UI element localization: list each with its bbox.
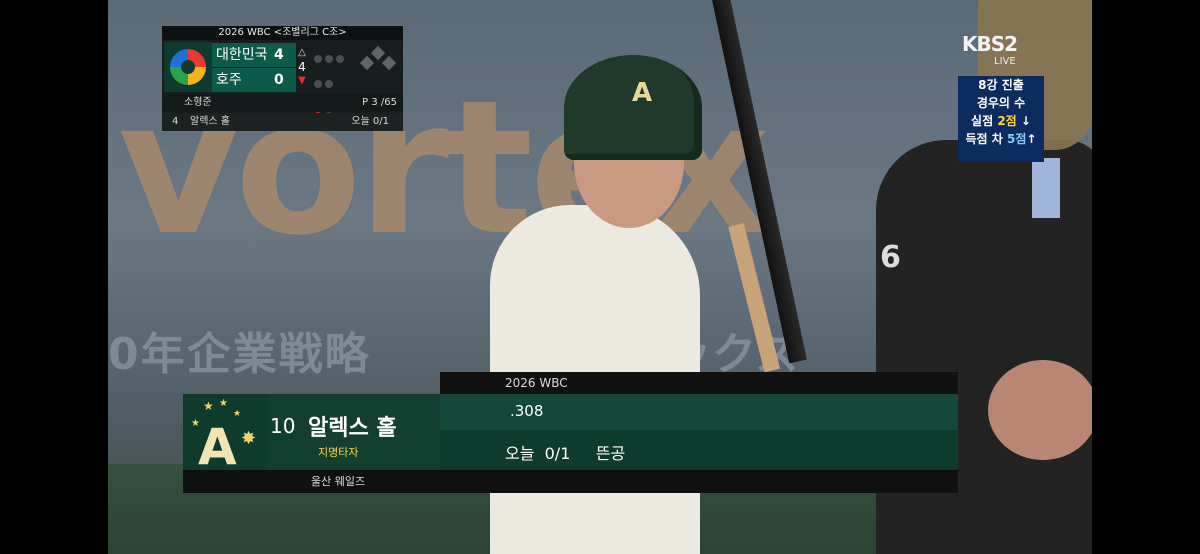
live-label: LIVE — [994, 56, 1016, 67]
batter-order: 4 — [172, 116, 179, 127]
player-name: 알렉스 홀 — [308, 416, 397, 441]
svg-text:★: ★ — [203, 399, 214, 413]
batting-average: .308 — [510, 402, 544, 420]
ball-dot — [325, 55, 333, 63]
inning-top-icon: △ — [298, 47, 306, 58]
pitch-count: P 3 /65 — [362, 97, 397, 108]
up-arrow-icon: ↑ — [1026, 132, 1037, 146]
ball-dot — [336, 55, 344, 63]
panel-line-3: 실점 2점 ↓ — [971, 114, 1031, 128]
background-ad-jp: 0年企業戦略 — [108, 329, 371, 380]
inning-bottom-icon: ▼ — [298, 75, 306, 86]
second-base-icon — [370, 45, 386, 61]
helmet-logo: A — [632, 78, 653, 108]
panel-line-2: 경우의 수 — [976, 96, 1026, 110]
ball-dot — [314, 55, 322, 63]
team-name: 호주 — [216, 72, 242, 88]
inning-indicator: △ 4 ▼ — [294, 46, 310, 88]
bases-diamond — [359, 45, 397, 74]
svg-text:✸: ✸ — [241, 428, 256, 449]
umpire-collar — [1032, 158, 1060, 218]
third-base-icon — [359, 55, 375, 71]
strike-dot — [314, 80, 322, 88]
scoreboard: 2026 WBC <조별리그 C조> 대한민국 4 호주 0 △ 4 ▼ 소형준 P… — [162, 26, 403, 131]
team-away: 호주 0 — [212, 68, 296, 92]
lower-third-header: 2026 WBC — [440, 372, 958, 394]
qualification-panel: 8강 진출 경우의 수 실점 2점 ↓ 득점 차 5점↑ — [958, 76, 1044, 162]
wbc-ball-icon — [170, 49, 206, 85]
team-logo: A ★ ★ ★ ★ ✸ — [183, 394, 268, 476]
team-score: 4 — [274, 47, 284, 63]
today-stats: 오늘 0/1 뜬공 — [505, 444, 626, 463]
svg-text:★: ★ — [191, 418, 200, 429]
svg-text:★: ★ — [219, 398, 228, 409]
scoreboard-title: 2026 WBC <조별리그 C조> — [162, 26, 403, 40]
australia-a-logo-icon: A ★ ★ ★ ★ ✸ — [191, 398, 256, 476]
batter-name: 알렉스 홀 — [190, 116, 230, 127]
batter-row: 4 알렉스 홀 오늘 0/1 — [162, 113, 403, 131]
umpire-hands — [988, 360, 1092, 460]
player-team-bar: 울산 웨일즈 — [183, 470, 958, 493]
strike-dot — [325, 80, 333, 88]
panel-line-1: 8강 진출 — [978, 78, 1024, 92]
kbs-logo: KBS2 — [962, 32, 1018, 56]
batter-today: 오늘 0/1 — [351, 116, 389, 127]
pitcher-name: 소형준 — [184, 97, 212, 108]
wbc-logo — [164, 42, 212, 92]
panel-line-4: 득점 차 5점↑ — [965, 132, 1037, 146]
down-arrow-icon: ↓ — [1020, 114, 1031, 128]
inning-number: 4 — [298, 60, 306, 74]
team-score: 0 — [274, 72, 284, 88]
team-name: 대한민국 — [216, 47, 268, 63]
pitcher-row: 소형준 P 3 /65 — [162, 94, 403, 112]
svg-text:★: ★ — [233, 409, 241, 419]
svg-text:A: A — [198, 418, 237, 470]
player-position: 지명타자 — [318, 446, 359, 459]
player-number: 10 — [270, 414, 296, 438]
umpire-number: 6 — [880, 240, 901, 275]
team-home: 대한민국 4 — [212, 43, 296, 67]
first-base-icon — [381, 55, 397, 71]
